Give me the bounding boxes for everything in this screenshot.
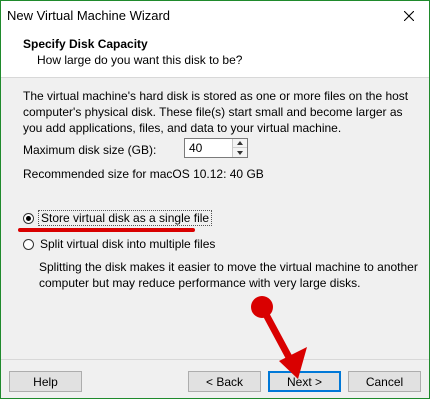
radio-button[interactable] <box>23 238 34 250</box>
chevron-down-icon <box>237 150 243 155</box>
disk-description: The virtual machine's hard disk is store… <box>23 89 409 135</box>
wizard-header: Specify Disk Capacity How large do you w… <box>1 31 429 78</box>
page-title: Specify Disk Capacity <box>23 37 148 51</box>
stepper-down-button[interactable] <box>233 148 247 157</box>
help-button[interactable]: Help <box>9 371 82 392</box>
window-title: New Virtual Machine Wizard <box>7 8 171 23</box>
max-disk-size-label: Maximum disk size (GB): <box>23 143 157 157</box>
max-disk-size-input[interactable] <box>185 139 233 157</box>
footer-divider <box>1 359 429 360</box>
chevron-up-icon <box>237 141 243 145</box>
radio-button-selected[interactable] <box>23 212 34 224</box>
max-disk-size-stepper[interactable] <box>184 138 248 158</box>
radio-single-file[interactable]: Store virtual disk as a single file <box>23 210 213 226</box>
close-button[interactable] <box>389 1 429 31</box>
stepper-arrows <box>232 139 247 157</box>
close-icon <box>404 11 414 21</box>
radio-single-file-label: Store virtual disk as a single file <box>38 210 213 226</box>
stepper-up-button[interactable] <box>233 139 247 148</box>
wizard-window: New Virtual Machine Wizard Specify Disk … <box>0 0 430 399</box>
cancel-button[interactable]: Cancel <box>348 371 421 392</box>
title-bar: New Virtual Machine Wizard <box>1 1 429 31</box>
annotation-arrow-icon <box>251 296 307 379</box>
annotation-underline <box>18 228 195 232</box>
radio-split-files[interactable]: Split virtual disk into multiple files <box>23 237 217 251</box>
radio-split-files-label: Split virtual disk into multiple files <box>40 237 216 251</box>
recommended-size-text: Recommended size for macOS 10.12: 40 GB <box>23 167 264 181</box>
page-subtitle: How large do you want this disk to be? <box>37 53 243 67</box>
split-description: Splitting the disk makes it easier to mo… <box>39 260 418 290</box>
